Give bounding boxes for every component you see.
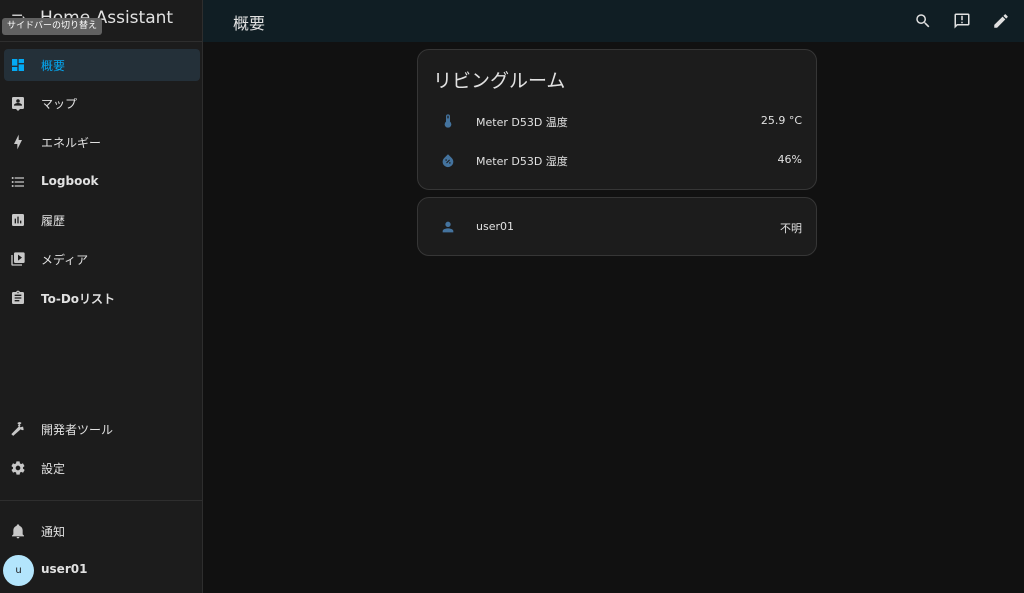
sidebar-item-overview[interactable]: 概要 (4, 49, 200, 81)
entity-name: Meter D53D 湿度 (476, 155, 568, 168)
entity-name: Meter D53D 温度 (476, 116, 568, 129)
edit-dashboard-button[interactable] (989, 9, 1013, 33)
sidebar-item-media[interactable]: メディア (4, 243, 200, 275)
map-account-icon (8, 93, 28, 113)
play-box-multiple-icon (8, 249, 28, 269)
chart-box-icon (8, 210, 28, 230)
page-title: 概要 (233, 14, 266, 33)
person-card: user01 不明 (417, 197, 817, 256)
dashboard-icon (8, 55, 28, 75)
sidebar-item-label: エネルギー (41, 136, 102, 150)
sidebar-item-label: 通知 (41, 525, 66, 539)
entity-row-humidity[interactable]: Meter D53D 湿度 46% (418, 148, 816, 172)
sidebar-toggle-tooltip: サイドバーの切り替え (2, 18, 103, 35)
sidebar-divider (0, 500, 202, 501)
cog-icon (8, 458, 28, 478)
sidebar-header: Home Assistant サイドバーの切り替え (0, 0, 202, 42)
thermometer-icon (438, 111, 458, 131)
sidebar-item-label: 設定 (41, 462, 66, 476)
search-icon (916, 14, 930, 28)
lightning-bolt-icon (8, 132, 28, 152)
entity-name: user01 (476, 220, 514, 233)
sidebar-item-label: マップ (41, 97, 78, 111)
assist-button[interactable] (950, 9, 974, 33)
sidebar-item-label: 履歴 (41, 214, 66, 228)
sidebar-item-label: 開発者ツール (41, 423, 114, 437)
clipboard-list-icon (8, 288, 28, 308)
top-bar: 概要 (203, 0, 1024, 42)
sidebar-item-logbook[interactable]: Logbook (4, 166, 200, 198)
entity-row-person[interactable]: user01 不明 (418, 215, 816, 239)
account-icon (438, 217, 458, 237)
entity-state: 不明 (780, 222, 802, 235)
search-button[interactable] (911, 9, 935, 33)
sidebar-item-developer-tools[interactable]: 開発者ツール (4, 413, 200, 445)
sidebar-item-notifications[interactable]: 通知 (4, 515, 200, 547)
room-card: リビングルーム Meter D53D 温度 25.9 °C Meter D53D… (417, 49, 817, 190)
sidebar-item-todo[interactable]: To-Doリスト (4, 282, 200, 314)
sidebar-item-settings[interactable]: 設定 (4, 452, 200, 484)
sidebar: Home Assistant サイドバーの切り替え 概要 マップ エネルギー L… (0, 0, 203, 593)
sidebar-item-energy[interactable]: エネルギー (4, 126, 200, 158)
assist-chat-icon (954, 13, 970, 29)
entity-state: 25.9 °C (760, 114, 802, 127)
entity-state: 46% (777, 153, 802, 166)
card-title: リビングルーム (433, 70, 566, 92)
user-name: user01 (41, 562, 88, 576)
water-percent-icon (438, 150, 458, 170)
sidebar-item-history[interactable]: 履歴 (4, 204, 200, 236)
pencil-icon (994, 14, 1008, 28)
sidebar-item-map[interactable]: マップ (4, 87, 200, 119)
sidebar-item-label: メディア (41, 253, 89, 267)
sidebar-item-label: To-Doリスト (41, 292, 116, 306)
entity-row-temperature[interactable]: Meter D53D 温度 25.9 °C (418, 109, 816, 133)
hammer-icon (8, 419, 28, 439)
sidebar-item-label: Logbook (41, 174, 99, 188)
avatar[interactable]: u (3, 555, 34, 586)
format-list-bulleted-icon (8, 172, 28, 192)
bell-icon (8, 521, 28, 541)
sidebar-item-label: 概要 (41, 59, 66, 73)
